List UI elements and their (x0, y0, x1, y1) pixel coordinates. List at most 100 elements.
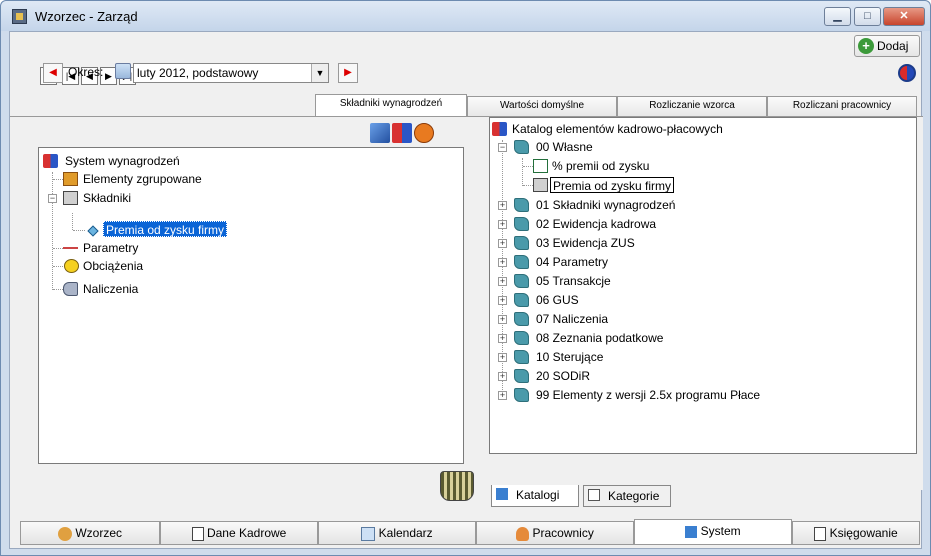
tab-panel: System wynagrodzeń Elementy zgrupowane −… (10, 116, 923, 507)
catalog-group[interactable]: 01 Składniki wynagrodzeń (536, 197, 675, 213)
tree-item[interactable]: Obciążenia (83, 258, 143, 274)
right-tree: Katalog elementów kadrowo-płacowych − 00… (489, 117, 917, 454)
catalog-root[interactable]: Katalog elementów kadrowo-płacowych (512, 121, 723, 137)
bottom-tab-label: Wzorzec (75, 526, 122, 540)
expand-icon[interactable]: + (498, 391, 507, 400)
period-prev-button[interactable]: ◀ (43, 63, 63, 83)
tree-item[interactable]: Naliczenia (83, 281, 138, 297)
recycle-bin-icon[interactable] (440, 471, 474, 501)
remove-icon[interactable] (414, 123, 434, 143)
book-icon (514, 198, 529, 212)
period-label: Okres: (68, 65, 104, 79)
bottom-tab-label: Pracownicy (532, 526, 594, 540)
parameters-icon (63, 241, 78, 255)
tree-icon (496, 488, 508, 500)
catalog-group[interactable]: 02 Ewidencja kadrowa (536, 216, 656, 232)
expand-icon[interactable]: + (498, 258, 507, 267)
book-icon (514, 331, 529, 345)
close-button[interactable]: ✕ (883, 7, 925, 26)
book-icon (514, 312, 529, 326)
subtab-label: Kategorie (608, 489, 660, 503)
system-icon[interactable] (392, 123, 412, 143)
catalog-group[interactable]: 04 Parametry (536, 254, 608, 270)
bottom-tab-label: Księgowanie (829, 526, 898, 540)
bottom-tab-pracownicy[interactable]: Pracownicy (476, 521, 634, 545)
catalog-item[interactable]: % premii od zysku (552, 158, 649, 174)
book-icon (514, 274, 529, 288)
collapse-icon[interactable]: − (48, 194, 57, 203)
tree-item-selected[interactable]: Premia od zysku firmy (103, 221, 228, 237)
expand-icon[interactable]: + (498, 239, 507, 248)
component-icon (63, 191, 78, 205)
book-icon (514, 236, 529, 250)
component-icon (533, 178, 548, 192)
expand-icon[interactable]: + (498, 372, 507, 381)
bottom-tab-label: Dane Kadrowe (206, 526, 287, 540)
catalog-icon (492, 122, 507, 136)
tree-icon (685, 525, 698, 538)
bottom-tab-dane-kadrowe[interactable]: Dane Kadrowe (160, 521, 318, 545)
system-icon (43, 154, 58, 168)
book-icon (514, 388, 529, 402)
maximize-button[interactable]: □ (854, 7, 881, 26)
document-icon (191, 526, 204, 541)
book-icon (514, 350, 529, 364)
tab-rozliczanie-wzorca[interactable]: Rozliczanie wzorca (617, 96, 767, 116)
tab-wartosci[interactable]: Wartości domyślne (467, 96, 617, 116)
smiley-icon (64, 259, 79, 273)
tab-rozliczani-pracownicy[interactable]: Rozliczani pracownicy (767, 96, 917, 116)
calendar-icon[interactable] (115, 63, 131, 79)
subtab-label: Katalogi (516, 488, 560, 502)
catalog-group[interactable]: 10 Sterujące (536, 349, 603, 365)
catalog-group[interactable]: 20 SODiR (536, 368, 590, 384)
bottom-tab-label: Kalendarz (378, 526, 433, 540)
document-icon (533, 159, 548, 173)
tools-icon[interactable] (370, 123, 390, 143)
tree-root[interactable]: System wynagrodzeń (65, 153, 180, 169)
expand-icon[interactable]: + (498, 315, 507, 324)
calendar-icon (361, 526, 376, 541)
window-title: Wzorzec - Zarząd (35, 9, 138, 24)
collapse-icon[interactable]: − (498, 143, 507, 152)
bottom-tab-ksiegowanie[interactable]: Księgowanie (792, 521, 920, 545)
period-select[interactable]: luty 2012, podstawowy ▼ (133, 63, 329, 83)
catalog-group[interactable]: 99 Elementy z wersji 2.5x programu Płace (536, 387, 760, 403)
book-icon (514, 140, 529, 154)
group-icon (63, 172, 78, 186)
bottom-tab-label: System (700, 524, 741, 538)
tree-item[interactable]: Parametry (83, 240, 138, 256)
people-icon (57, 526, 72, 541)
tree-item[interactable]: Składniki (83, 190, 131, 206)
app-icon (12, 9, 27, 24)
expand-icon[interactable]: + (498, 277, 507, 286)
catalog-group[interactable]: 07 Naliczenia (536, 311, 608, 327)
expand-icon[interactable]: + (498, 353, 507, 362)
add-button[interactable]: + Dodaj (854, 35, 920, 57)
expand-icon[interactable]: + (498, 334, 507, 343)
tab-skladniki[interactable]: Składniki wynagrodzeń (315, 94, 467, 116)
hand-icon (63, 282, 78, 296)
title-bar: Wzorzec - Zarząd ▁ □ ✕ (1, 1, 930, 31)
catalog-group[interactable]: 03 Ewidencja ZUS (536, 235, 635, 251)
subtab-kategorie[interactable]: Kategorie (583, 485, 671, 507)
bottom-tab-kalendarz[interactable]: Kalendarz (318, 521, 476, 545)
catalog-group[interactable]: 00 Własne (536, 139, 593, 155)
subtab-katalogi[interactable]: Katalogi (491, 485, 579, 507)
catalog-item[interactable]: Premia od zysku firmy (550, 177, 675, 193)
period-next-button[interactable]: ▶ (338, 63, 358, 83)
person-icon (516, 526, 530, 541)
catalog-group[interactable]: 06 GUS (536, 292, 579, 308)
tree-item[interactable]: Elementy zgrupowane (83, 171, 202, 187)
bottom-tab-wzorzec[interactable]: Wzorzec (20, 521, 160, 545)
plus-icon: + (858, 38, 874, 54)
left-tree: System wynagrodzeń Elementy zgrupowane −… (38, 147, 464, 464)
catalog-group[interactable]: 05 Transakcje (536, 273, 611, 289)
chevron-down-icon[interactable]: ▼ (311, 64, 328, 82)
navigator-icon[interactable] (898, 64, 916, 82)
minimize-button[interactable]: ▁ (824, 7, 851, 26)
bottom-tab-system[interactable]: System (634, 519, 792, 545)
catalog-group[interactable]: 08 Zeznania podatkowe (536, 330, 663, 346)
expand-icon[interactable]: + (498, 296, 507, 305)
expand-icon[interactable]: + (498, 201, 507, 210)
expand-icon[interactable]: + (498, 220, 507, 229)
